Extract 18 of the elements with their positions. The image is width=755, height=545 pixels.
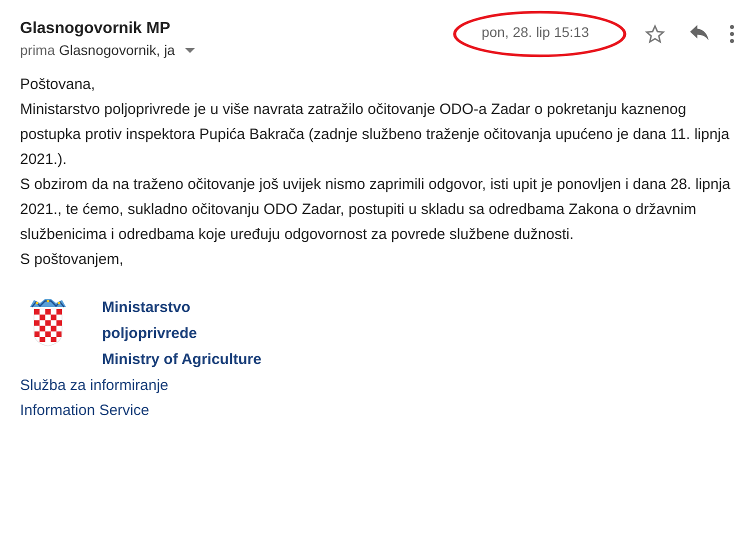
service-name: Služba za informiranje — [20, 376, 170, 396]
service-name: Information Service — [20, 401, 150, 421]
body-paragraph: Ministarstvo poljoprivrede je u više navrata zatražilo očitovanje ODO-a Zadar o pokretanju kaznenog postupka protiv inspektora Pupića Bakrača (zadnje službeno traženje očitovanja upućeno je dana 11. lipnja 2021.). — [20, 100, 730, 170]
recipient-names: Glasnogovornik, ja — [59, 42, 175, 58]
caret-icon[interactable] — [184, 48, 195, 52]
body-paragraph: S obzirom da na traženo očitovanje još uvijek nismo zaprimili odgovor, isti upit je ponovljen i dana 28. lipnja 2021., te ćemo, sukladno očitovanju ODO Zadar, postupiti u skladu sa odredbama Zakona o državnim službenicima i odredbama koje uređuju odgovornost za povrede službene dužnosti. — [20, 175, 732, 245]
organization-name: Ministarstvo — [102, 298, 192, 318]
reply-icon[interactable] — [689, 25, 711, 43]
organization-name: poljoprivrede — [102, 324, 198, 344]
closing-text: S poštovanjem, — [20, 250, 124, 270]
more-icon[interactable] — [729, 24, 735, 44]
sender-name: Glasnogovornik MP — [20, 19, 172, 39]
date-text: pon, 28. lip 15:13 — [482, 24, 589, 40]
organization-name: Ministry of Agriculture — [102, 350, 262, 370]
coat-of-arms-icon — [28, 299, 68, 347]
star-icon[interactable] — [645, 24, 665, 44]
greeting-text: Poštovana, — [20, 75, 96, 95]
recipient-label: prima — [20, 42, 56, 58]
